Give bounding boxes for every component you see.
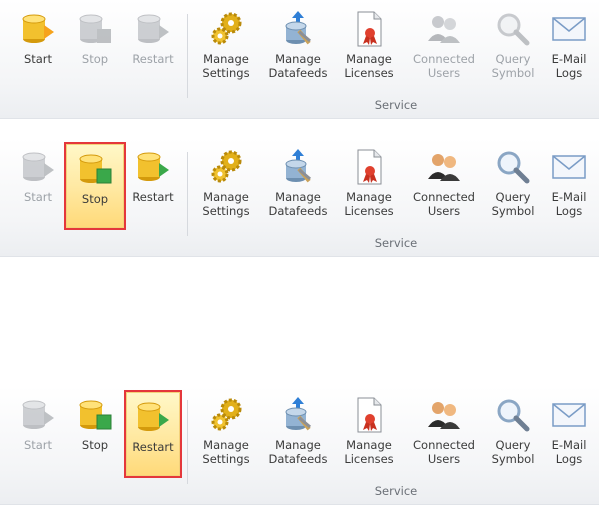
- start-button[interactable]: Start: [8, 4, 68, 92]
- database-start-icon: [22, 14, 54, 43]
- gears-icon: [211, 150, 242, 183]
- query-symbol-button[interactable]: Query Symbol: [484, 142, 542, 230]
- database-start-icon: [22, 152, 54, 181]
- service-group-label: Service: [374, 98, 418, 112]
- manage-datafeeds-label: Manage Datafeeds: [268, 52, 328, 80]
- manage-settings-label: Manage Settings: [202, 190, 250, 218]
- ribbon-restart-state: Start Stop Restart Manage Settings Manag…: [0, 386, 599, 505]
- license-certificate-icon: [357, 397, 382, 433]
- group-divider: [187, 400, 188, 484]
- stop-button[interactable]: Stop: [64, 390, 126, 478]
- service-group-label: Service: [374, 484, 418, 498]
- start-label: Start: [23, 190, 53, 204]
- query-symbol-label: Query Symbol: [491, 52, 535, 80]
- manage-datafeeds-label: Manage Datafeeds: [268, 438, 328, 466]
- connected-users-button[interactable]: Connected Users: [404, 4, 484, 92]
- connected-users-label: Connected Users: [413, 190, 475, 218]
- license-certificate-icon: [357, 11, 382, 47]
- query-symbol-button[interactable]: Query Symbol: [484, 4, 542, 92]
- stop-button[interactable]: Stop: [64, 142, 126, 230]
- database-stop-icon: [79, 154, 112, 184]
- database-stop-icon: [79, 14, 111, 43]
- database-restart-icon: [137, 14, 169, 43]
- magnifier-icon: [497, 399, 530, 432]
- start-label: Start: [23, 52, 53, 66]
- users-icon: [428, 154, 460, 181]
- ribbon-start-state: Start Stop Restart Manage Settings Manag…: [0, 0, 599, 119]
- restart-label: Restart: [132, 52, 174, 66]
- datafeed-tools-icon: [285, 149, 312, 183]
- manage-licenses-label: Manage Licenses: [344, 52, 394, 80]
- restart-button[interactable]: Restart: [124, 390, 182, 478]
- manage-settings-button[interactable]: Manage Settings: [196, 4, 256, 92]
- manage-settings-label: Manage Settings: [202, 52, 250, 80]
- connected-users-label: Connected Users: [413, 438, 475, 466]
- magnifier-icon: [497, 13, 530, 46]
- email-logs-label: E-Mail Logs: [551, 52, 587, 80]
- datafeed-tools-icon: [285, 397, 312, 431]
- service-group-label: Service: [374, 236, 418, 250]
- stop-label: Stop: [81, 438, 109, 452]
- database-start-icon: [22, 400, 54, 429]
- users-icon: [428, 402, 460, 429]
- users-icon: [428, 16, 460, 43]
- manage-datafeeds-button[interactable]: Manage Datafeeds: [262, 390, 334, 478]
- magnifier-icon: [497, 151, 530, 184]
- connected-users-button[interactable]: Connected Users: [404, 390, 484, 478]
- group-divider: [187, 14, 188, 98]
- database-restart-icon: [137, 152, 169, 181]
- manage-datafeeds-label: Manage Datafeeds: [268, 190, 328, 218]
- manage-datafeeds-button[interactable]: Manage Datafeeds: [262, 142, 334, 230]
- email-logs-button[interactable]: E-Mail Logs: [542, 390, 596, 478]
- envelope-icon: [552, 155, 586, 179]
- manage-datafeeds-button[interactable]: Manage Datafeeds: [262, 4, 334, 92]
- manage-licenses-button[interactable]: Manage Licenses: [336, 4, 402, 92]
- datafeed-tools-icon: [285, 11, 312, 45]
- query-symbol-label: Query Symbol: [491, 438, 535, 466]
- manage-settings-label: Manage Settings: [202, 438, 250, 466]
- restart-label: Restart: [132, 190, 174, 204]
- manage-licenses-button[interactable]: Manage Licenses: [336, 390, 402, 478]
- email-logs-button[interactable]: E-Mail Logs: [542, 142, 596, 230]
- gears-icon: [211, 12, 242, 45]
- envelope-icon: [552, 17, 586, 41]
- manage-settings-button[interactable]: Manage Settings: [196, 142, 256, 230]
- database-restart-icon: [137, 402, 169, 431]
- email-logs-label: E-Mail Logs: [551, 190, 587, 218]
- license-certificate-icon: [357, 149, 382, 185]
- connected-users-label: Connected Users: [413, 52, 475, 80]
- query-symbol-label: Query Symbol: [491, 190, 535, 218]
- manage-licenses-button[interactable]: Manage Licenses: [336, 142, 402, 230]
- database-stop-icon: [79, 400, 112, 430]
- envelope-icon: [552, 403, 586, 427]
- manage-licenses-label: Manage Licenses: [344, 438, 394, 466]
- restart-label: Restart: [132, 440, 174, 454]
- stop-button[interactable]: Stop: [64, 4, 126, 92]
- ribbon-stop-state: Start Stop Restart Manage Settings Manag…: [0, 138, 599, 257]
- start-button[interactable]: Start: [8, 142, 68, 230]
- email-logs-button[interactable]: E-Mail Logs: [542, 4, 596, 92]
- manage-licenses-label: Manage Licenses: [344, 190, 394, 218]
- manage-settings-button[interactable]: Manage Settings: [196, 390, 256, 478]
- query-symbol-button[interactable]: Query Symbol: [484, 390, 542, 478]
- restart-button[interactable]: Restart: [124, 4, 182, 92]
- gears-icon: [211, 398, 242, 431]
- start-button[interactable]: Start: [8, 390, 68, 478]
- email-logs-label: E-Mail Logs: [551, 438, 587, 466]
- start-label: Start: [23, 438, 53, 452]
- restart-button[interactable]: Restart: [124, 142, 182, 230]
- stop-label: Stop: [81, 192, 109, 206]
- group-divider: [187, 152, 188, 236]
- stop-label: Stop: [81, 52, 109, 66]
- connected-users-button[interactable]: Connected Users: [404, 142, 484, 230]
